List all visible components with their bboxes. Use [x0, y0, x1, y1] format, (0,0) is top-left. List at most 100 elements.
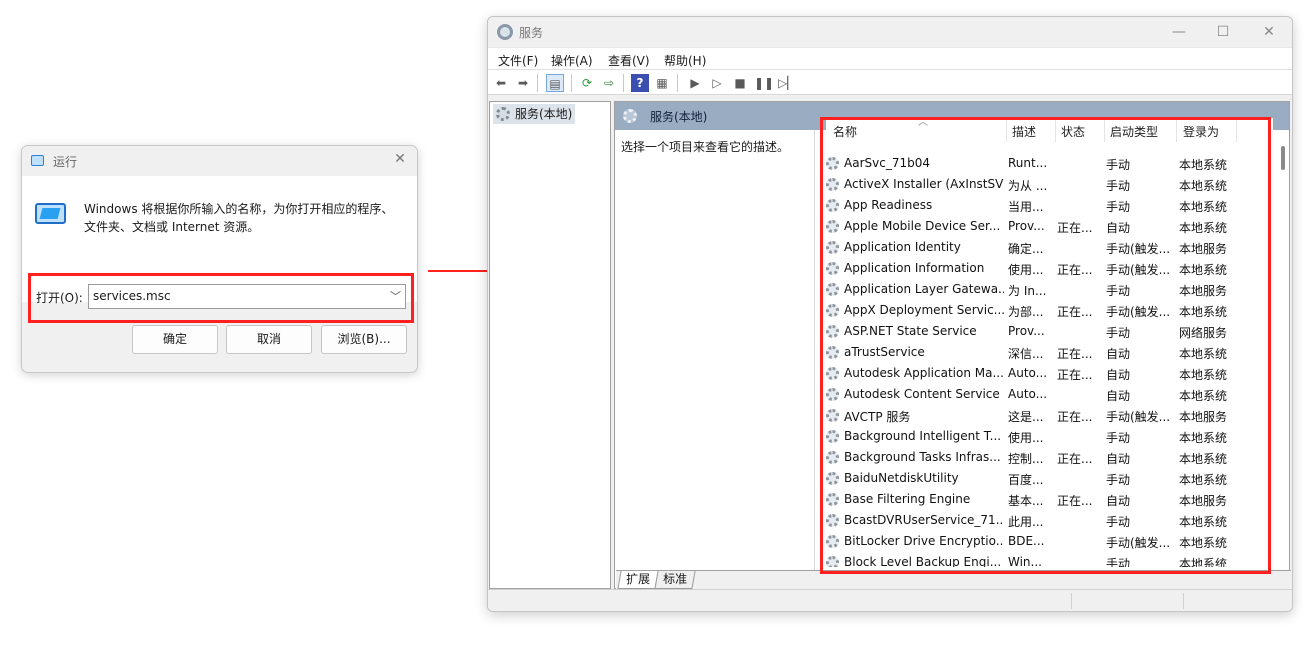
service-startup-type: 手动: [1106, 179, 1131, 193]
service-name: Application Information: [844, 261, 985, 275]
toolbar: ⬅ ➡ ▤ ⟳ ⇨ ? ▦ ▶ ▷ ■ ❚❚ ▷▏: [488, 69, 1292, 95]
service-logon-as: 本地系统: [1179, 221, 1228, 235]
service-startup-type: 手动(触发...: [1106, 242, 1171, 256]
menu-action[interactable]: 操作(A): [551, 52, 593, 69]
close-icon[interactable]: ✕: [1254, 23, 1284, 41]
service-row[interactable]: Application Identity 确定... 手动(触发... 本地服务: [826, 238, 1273, 259]
service-logon-as: 本地系统: [1179, 452, 1228, 466]
stop-service-icon[interactable]: ■: [731, 74, 749, 92]
minimize-icon[interactable]: —: [1164, 23, 1194, 41]
service-row[interactable]: App Readiness 当用... 手动 本地系统: [826, 196, 1273, 217]
status-bar: [488, 589, 1292, 611]
chevron-down-icon[interactable]: ﹀: [390, 288, 401, 304]
service-startup-type: 手动: [1106, 473, 1131, 487]
column-separator[interactable]: [1055, 118, 1056, 142]
refresh-icon[interactable]: ⟳: [578, 74, 596, 92]
service-gear-icon: [826, 178, 839, 191]
close-icon[interactable]: ✕: [392, 151, 408, 167]
properties-icon[interactable]: ▦: [653, 74, 671, 92]
service-startup-type: 自动: [1106, 389, 1131, 403]
column-separator[interactable]: [1236, 118, 1237, 142]
service-name: App Readiness: [844, 198, 933, 212]
service-logon-as: 本地系统: [1179, 536, 1228, 550]
ok-button[interactable]: 确定: [132, 325, 218, 354]
start-service-alt-icon[interactable]: ▷: [708, 74, 726, 92]
column-header-status[interactable]: 状态: [1061, 123, 1085, 140]
open-label: 打开(O):: [36, 291, 83, 305]
service-name: AppX Deployment Servic...: [844, 303, 1004, 317]
column-header-name[interactable]: 名称: [833, 123, 857, 140]
service-logon-as: 网络服务: [1179, 326, 1228, 340]
services-pane: 服务(本地) 选择一个项目来查看它的描述。 ︿ 名称 描述 状态 启动类型 登录…: [614, 101, 1291, 589]
service-name: BitLocker Drive Encryptio...: [844, 534, 1004, 548]
restart-service-icon[interactable]: ▷▏: [778, 74, 796, 92]
services-list[interactable]: ︿ 名称 描述 状态 启动类型 登录为 AarSvc_71b04 Runt... 手…: [826, 118, 1273, 567]
service-description: 为部...: [1008, 305, 1044, 319]
column-separator[interactable]: [1104, 118, 1105, 142]
service-name: AVCTP 服务: [844, 410, 911, 424]
service-startup-type: 手动: [1106, 557, 1131, 567]
service-row[interactable]: Base Filtering Engine 基本... 正在... 自动 本地服务: [826, 490, 1273, 511]
open-input-value[interactable]: services.msc: [93, 289, 171, 303]
menu-file[interactable]: 文件(F): [498, 52, 538, 69]
service-row[interactable]: Background Intelligent T... 使用... 手动 本地系统: [826, 427, 1273, 448]
list-header: ︿ 名称 描述 状态 启动类型 登录为: [826, 118, 1273, 142]
service-row[interactable]: ActiveX Installer (AxInstSV) 为从 ... 手动 本地系统: [826, 175, 1273, 196]
vertical-scrollbar[interactable]: [1281, 146, 1285, 170]
service-name: Application Layer Gatewa...: [844, 282, 1004, 296]
status-bar-divider: [1183, 593, 1184, 609]
service-name: ActiveX Installer (AxInstSV): [844, 177, 1004, 191]
open-combobox[interactable]: services.msc ﹀: [88, 284, 406, 309]
service-startup-type: 手动: [1106, 284, 1131, 298]
column-header-logon[interactable]: 登录为: [1183, 123, 1219, 140]
service-startup-type: 手动(触发...: [1106, 305, 1171, 319]
column-header-desc[interactable]: 描述: [1012, 123, 1036, 140]
service-row[interactable]: Block Level Backup Engi... Win... 手动 本地系统: [826, 553, 1273, 567]
service-row[interactable]: AVCTP 服务 这是... 正在... 手动(触发... 本地服务: [826, 406, 1273, 427]
service-row[interactable]: Background Tasks Infras... 控制... 正在... 自动 本地…: [826, 448, 1273, 469]
service-row[interactable]: aTrustService 深信... 正在... 自动 本地系统: [826, 343, 1273, 364]
service-description: Prov...: [1008, 324, 1045, 338]
pause-service-icon[interactable]: ❚❚: [754, 74, 774, 92]
menu-help[interactable]: 帮助(H): [664, 52, 706, 69]
column-header-startup[interactable]: 启动类型: [1110, 123, 1158, 140]
maximize-icon[interactable]: ☐: [1208, 23, 1238, 41]
service-description: 这是...: [1008, 410, 1044, 424]
help-icon[interactable]: ?: [631, 74, 649, 92]
forward-arrow-icon[interactable]: ➡: [514, 74, 532, 92]
service-row[interactable]: AarSvc_71b04 Runt... 手动 本地系统: [826, 154, 1273, 175]
service-startup-type: 手动: [1106, 200, 1131, 214]
show-hide-tree-icon[interactable]: ▤: [546, 74, 564, 92]
service-row[interactable]: AppX Deployment Servic... 为部... 正在... 手动(触发…: [826, 301, 1273, 322]
pane-description: 选择一个项目来查看它的描述。: [621, 140, 790, 154]
tab-standard[interactable]: 标准: [654, 571, 696, 589]
service-row[interactable]: Application Layer Gatewa... 为 In... 手动 本地服务: [826, 280, 1273, 301]
column-separator[interactable]: [1176, 118, 1177, 142]
service-startup-type: 手动(触发...: [1106, 263, 1171, 277]
back-arrow-icon[interactable]: ⬅: [492, 74, 510, 92]
toolbar-separator: [571, 74, 572, 92]
service-row[interactable]: BcastDVRUserService_71... 此用... 手动 本地系统: [826, 511, 1273, 532]
service-row[interactable]: BaiduNetdiskUtility 百度... 手动 本地系统: [826, 469, 1273, 490]
service-name: Autodesk Content Service: [844, 387, 1000, 401]
cancel-button[interactable]: 取消: [226, 325, 312, 354]
service-startup-type: 自动: [1106, 452, 1131, 466]
service-startup-type: 自动: [1106, 221, 1131, 235]
start-service-icon[interactable]: ▶: [686, 74, 704, 92]
service-row[interactable]: Autodesk Application Ma... Auto... 正在... 自动…: [826, 364, 1273, 385]
service-description: 使用...: [1008, 431, 1044, 445]
service-row[interactable]: ASP.NET State Service Prov... 手动 网络服务: [826, 322, 1273, 343]
service-row[interactable]: Application Information 使用... 正在... 手动(触发..…: [826, 259, 1273, 280]
column-separator[interactable]: [1006, 118, 1007, 142]
browse-button[interactable]: 浏览(B)...: [321, 325, 407, 354]
service-description: 控制...: [1008, 452, 1044, 466]
export-list-icon[interactable]: ⇨: [600, 74, 618, 92]
view-tabs: 扩展 标准: [616, 570, 1291, 589]
tab-extended[interactable]: 扩展: [617, 571, 659, 589]
service-row[interactable]: BitLocker Drive Encryptio... BDE... 手动(触发.…: [826, 532, 1273, 553]
service-status: 正在...: [1057, 410, 1093, 424]
service-row[interactable]: Autodesk Content Service Auto... 自动 本地系统: [826, 385, 1273, 406]
menu-view[interactable]: 查看(V): [608, 52, 650, 69]
service-row[interactable]: Apple Mobile Device Ser... Prov... 正在... 自动…: [826, 217, 1273, 238]
tree-item-services-local[interactable]: 服务(本地): [493, 104, 576, 124]
